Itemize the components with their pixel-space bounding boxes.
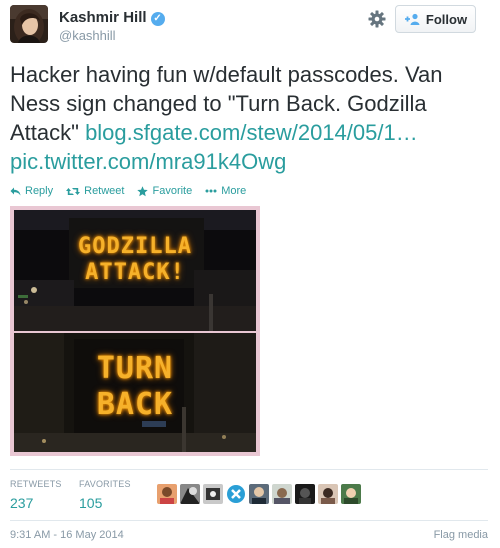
more-label: More (221, 185, 247, 197)
avatar[interactable] (341, 484, 361, 504)
favoriters-avatars (157, 484, 361, 504)
reply-label: Reply (25, 185, 54, 197)
author-name[interactable]: Kashmir Hill ✓ (59, 9, 165, 26)
avatar[interactable] (272, 484, 292, 504)
retweet-icon (66, 187, 81, 195)
divider (10, 469, 488, 470)
gear-icon[interactable] (368, 10, 386, 28)
sign-line-4: BACK (96, 387, 174, 422)
avatar[interactable] (203, 484, 223, 504)
more-dots-icon (205, 189, 217, 193)
sign-line-1: GODZILLA (78, 234, 192, 259)
author-name-text[interactable]: Kashmir Hill (59, 9, 147, 26)
favorites-stat[interactable]: FAVORITES 105 (79, 479, 131, 511)
tweet-header: Kashmir Hill ✓ @kashhill Follow (0, 0, 500, 50)
avatar[interactable] (180, 484, 200, 504)
author-avatar[interactable] (10, 5, 48, 43)
more-button[interactable]: More (205, 185, 246, 197)
tweet-text: Hacker having fun w/default passcodes. V… (10, 60, 488, 176)
follow-button[interactable]: Follow (395, 5, 476, 33)
avatar[interactable] (295, 484, 315, 504)
verified-badge-icon: ✓ (150, 12, 165, 26)
tweet-timestamp[interactable]: 9:31 AM - 16 May 2014 (10, 529, 124, 541)
favorite-button[interactable]: Favorite (137, 185, 192, 197)
retweet-label: Retweet (84, 185, 125, 197)
avatar[interactable] (157, 484, 177, 504)
avatar[interactable] (249, 484, 269, 504)
sign-line-2: ATTACK! (85, 260, 185, 285)
favorites-count[interactable]: 105 (79, 495, 131, 511)
tweet-media[interactable]: GODZILLA ATTACK! TURN BACK (10, 206, 260, 456)
reply-icon (10, 187, 21, 195)
retweets-count[interactable]: 237 (10, 495, 62, 511)
retweets-stat[interactable]: RETWEETS 237 (10, 479, 62, 511)
favorite-label: Favorite (152, 185, 193, 197)
follow-label: Follow (425, 11, 468, 27)
tweet-link[interactable]: blog.sfgate.com/stew/2014/05/1… (85, 120, 418, 145)
tweet-actions: Reply Retweet Favorite More (10, 184, 259, 198)
avatar[interactable] (318, 484, 338, 504)
avatar[interactable] (226, 484, 246, 504)
tweet-pic-link[interactable]: pic.twitter.com/mra91k4Owg (10, 149, 286, 174)
add-user-icon (404, 13, 420, 25)
sign-line-3: TURN (96, 351, 174, 386)
retweets-label: RETWEETS (10, 479, 62, 489)
media-photo-turn-back-sign[interactable]: TURN BACK (14, 333, 256, 452)
media-photo-godzilla-sign[interactable]: GODZILLA ATTACK! (14, 210, 256, 331)
star-icon (137, 185, 149, 196)
divider (10, 520, 488, 521)
author-handle[interactable]: @kashhill (59, 28, 116, 43)
favorites-label: FAVORITES (79, 479, 131, 489)
retweet-button[interactable]: Retweet (66, 185, 124, 197)
reply-button[interactable]: Reply (10, 185, 53, 197)
flag-media-link[interactable]: Flag media (434, 529, 488, 541)
